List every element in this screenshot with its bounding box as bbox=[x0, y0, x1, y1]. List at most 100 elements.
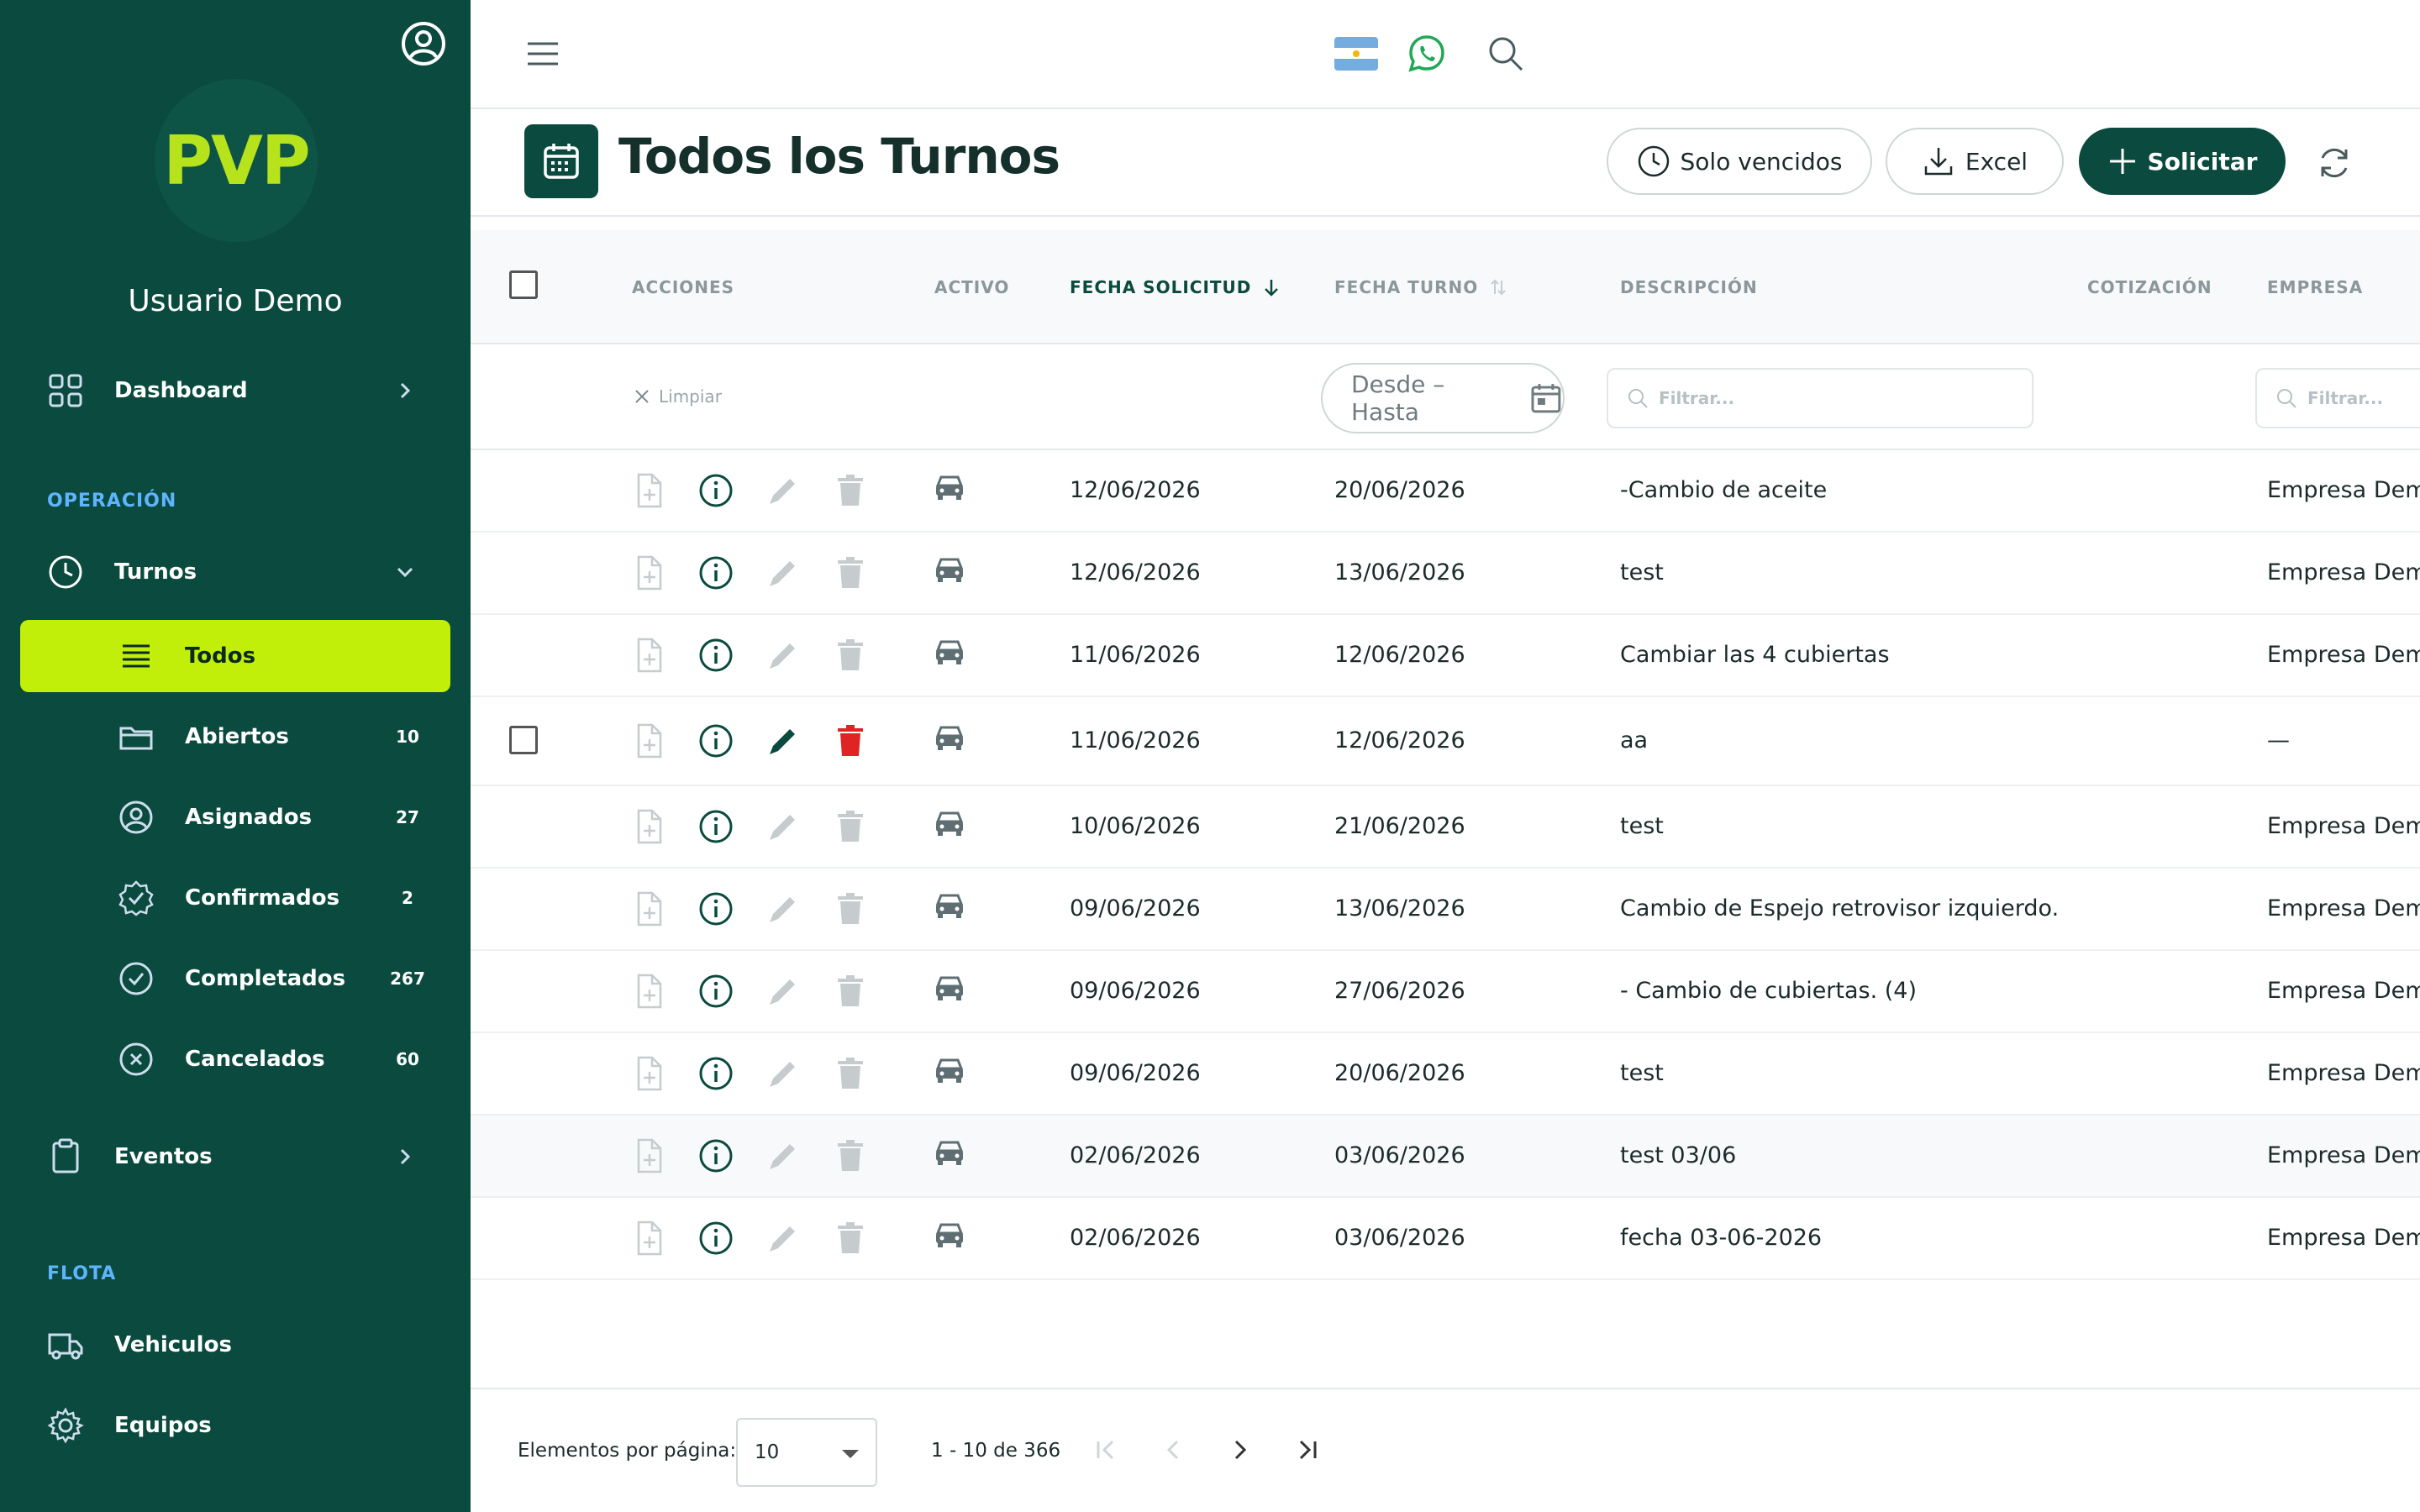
button-label: Excel bbox=[1965, 147, 2028, 176]
pencil-icon[interactable] bbox=[765, 973, 802, 1010]
col-activo[interactable]: ACTIVO bbox=[934, 277, 1009, 297]
trash-icon[interactable] bbox=[832, 722, 869, 759]
pencil-icon[interactable] bbox=[765, 472, 802, 509]
select-all-checkbox[interactable] bbox=[509, 270, 538, 299]
table-row[interactable]: 12/06/2026 13/06/2026 test Empresa Demo bbox=[471, 533, 2420, 615]
pencil-icon[interactable] bbox=[765, 1055, 802, 1092]
col-cotizacion[interactable]: COTIZACIÓN bbox=[2087, 277, 2212, 297]
sidebar-item-label: Turnos bbox=[114, 559, 197, 585]
table-row[interactable]: 09/06/2026 13/06/2026 Cambio de Espejo ret… bbox=[471, 869, 2420, 951]
sidebar-item-equipos[interactable]: Equipos bbox=[47, 1396, 424, 1455]
info-icon[interactable] bbox=[697, 1137, 734, 1174]
sidebar-sub-todos[interactable]: Todos bbox=[20, 620, 450, 692]
cell-fecha-solicitud: 12/06/2026 bbox=[1070, 559, 1201, 585]
file-add-icon[interactable] bbox=[630, 722, 667, 759]
argentina-flag-icon[interactable] bbox=[1334, 37, 1378, 71]
file-add-icon[interactable] bbox=[630, 808, 667, 845]
row-checkbox[interactable] bbox=[509, 726, 538, 754]
sidebar-sub-asignados[interactable]: Asignados 27 bbox=[20, 781, 450, 853]
col-fecha-solicitud[interactable]: FECHA SOLICITUD bbox=[1070, 277, 1281, 297]
trash-icon[interactable] bbox=[832, 637, 869, 674]
solicitar-button[interactable]: Solicitar bbox=[2079, 128, 2286, 195]
col-empresa[interactable]: EMPRESA bbox=[2267, 277, 2363, 297]
file-add-icon[interactable] bbox=[630, 1055, 667, 1092]
sidebar-item-eventos[interactable]: Eventos bbox=[47, 1127, 424, 1186]
info-icon[interactable] bbox=[697, 973, 734, 1010]
trash-icon[interactable] bbox=[832, 472, 869, 509]
col-fecha-turno[interactable]: FECHA TURNO bbox=[1334, 277, 1508, 297]
date-range-filter[interactable]: Desde – Hasta bbox=[1321, 363, 1565, 433]
search-icon[interactable] bbox=[1486, 34, 1526, 74]
table-row[interactable]: 02/06/2026 03/06/2026 fecha 03-06-2026 Empr… bbox=[471, 1198, 2420, 1280]
pencil-icon[interactable] bbox=[765, 1220, 802, 1257]
cell-descripcion: test 03/06 bbox=[1620, 1142, 1737, 1168]
sidebar-sub-cancelados[interactable]: Cancelados 60 bbox=[20, 1023, 450, 1095]
previous-page-icon[interactable] bbox=[1155, 1431, 1192, 1468]
sidebar-sub-confirmados[interactable]: Confirmados 2 bbox=[20, 862, 450, 934]
solo-vencidos-button[interactable]: Solo vencidos bbox=[1607, 128, 1872, 195]
file-add-icon[interactable] bbox=[630, 1220, 667, 1257]
whatsapp-icon[interactable] bbox=[1407, 34, 1447, 74]
refresh-icon[interactable] bbox=[2314, 143, 2354, 183]
gear-icon bbox=[47, 1407, 84, 1444]
table-row[interactable]: 02/06/2026 03/06/2026 test 03/06 Empresa De… bbox=[471, 1116, 2420, 1198]
table-row[interactable]: 09/06/2026 27/06/2026 - Cambio de cubierta… bbox=[471, 951, 2420, 1033]
next-page-icon[interactable] bbox=[1222, 1431, 1259, 1468]
pencil-icon[interactable] bbox=[765, 890, 802, 927]
trash-icon[interactable] bbox=[832, 973, 869, 1010]
table-row[interactable]: 09/06/2026 20/06/2026 test Empresa Demo bbox=[471, 1033, 2420, 1116]
user-circle-icon[interactable] bbox=[400, 20, 447, 67]
count-badge: 10 bbox=[396, 727, 419, 747]
sidebar-sub-abiertos[interactable]: Abiertos 10 bbox=[20, 701, 450, 773]
trash-icon[interactable] bbox=[832, 1137, 869, 1174]
file-add-icon[interactable] bbox=[630, 890, 667, 927]
cell-descripcion: aa bbox=[1620, 727, 1649, 753]
car-icon bbox=[933, 721, 966, 754]
info-icon[interactable] bbox=[697, 890, 734, 927]
sidebar-item-turnos[interactable]: Turnos bbox=[47, 543, 424, 601]
hamburger-menu-icon[interactable] bbox=[524, 37, 561, 71]
trash-icon[interactable] bbox=[832, 890, 869, 927]
clear-filters-button[interactable]: Limpiar bbox=[634, 386, 722, 407]
file-add-icon[interactable] bbox=[630, 554, 667, 591]
trash-icon[interactable] bbox=[832, 1220, 869, 1257]
file-add-icon[interactable] bbox=[630, 973, 667, 1010]
file-add-icon[interactable] bbox=[630, 637, 667, 674]
info-icon[interactable] bbox=[697, 637, 734, 674]
info-icon[interactable] bbox=[697, 1055, 734, 1092]
file-add-icon[interactable] bbox=[630, 1137, 667, 1174]
info-icon[interactable] bbox=[697, 808, 734, 845]
info-icon[interactable] bbox=[697, 554, 734, 591]
trash-icon[interactable] bbox=[832, 808, 869, 845]
pencil-icon[interactable] bbox=[765, 637, 802, 674]
info-icon[interactable] bbox=[697, 722, 734, 759]
download-icon bbox=[1924, 148, 1953, 176]
info-icon[interactable] bbox=[697, 472, 734, 509]
sidebar-item-dashboard[interactable]: Dashboard bbox=[47, 361, 424, 420]
empresa-filter bbox=[2255, 368, 2420, 428]
pencil-icon[interactable] bbox=[765, 1137, 802, 1174]
last-page-icon[interactable] bbox=[1289, 1431, 1326, 1468]
car-icon bbox=[933, 1136, 966, 1169]
sidebar-sub-completados[interactable]: Completados 267 bbox=[20, 942, 450, 1015]
cell-fecha-turno: 03/06/2026 bbox=[1334, 1142, 1465, 1168]
table-row[interactable]: 11/06/2026 12/06/2026 Cambiar las 4 cubier… bbox=[471, 615, 2420, 697]
sidebar-item-vehiculos[interactable]: Vehiculos bbox=[47, 1315, 424, 1374]
pencil-icon[interactable] bbox=[765, 808, 802, 845]
trash-icon[interactable] bbox=[832, 554, 869, 591]
table-row[interactable]: 10/06/2026 21/06/2026 test Empresa Demo bbox=[471, 786, 2420, 869]
first-page-icon[interactable] bbox=[1087, 1431, 1124, 1468]
excel-export-button[interactable]: Excel bbox=[1886, 128, 2064, 195]
pencil-icon[interactable] bbox=[765, 554, 802, 591]
table-row[interactable]: 11/06/2026 12/06/2026 aa — bbox=[471, 697, 2420, 786]
file-add-icon[interactable] bbox=[630, 472, 667, 509]
trash-icon[interactable] bbox=[832, 1055, 869, 1092]
page-size-select[interactable]: 10 bbox=[736, 1418, 877, 1487]
pencil-icon[interactable] bbox=[765, 722, 802, 759]
col-descripcion[interactable]: DESCRIPCIÓN bbox=[1620, 277, 1758, 297]
info-icon[interactable] bbox=[697, 1220, 734, 1257]
empresa-filter-input[interactable] bbox=[2307, 388, 2420, 408]
table-row[interactable]: 12/06/2026 20/06/2026 -Cambio de aceite Emp… bbox=[471, 450, 2420, 533]
car-icon bbox=[933, 635, 966, 669]
descripcion-filter-input[interactable] bbox=[1659, 388, 1983, 408]
